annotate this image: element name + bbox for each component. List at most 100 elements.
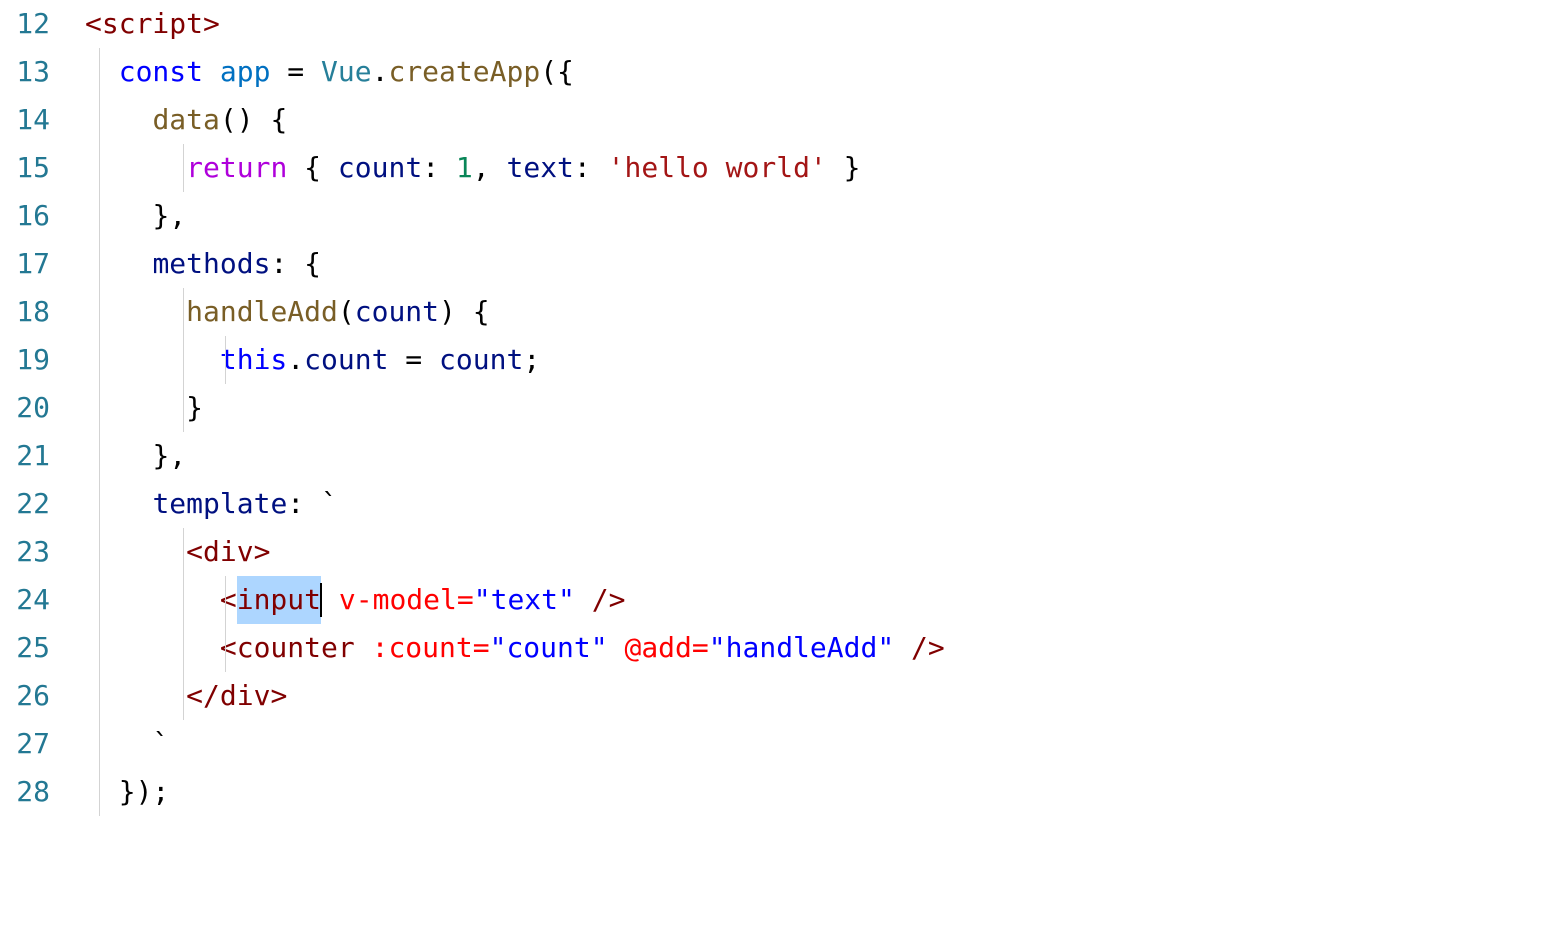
line-number[interactable]: 17 — [0, 240, 50, 288]
html-bracket: > — [270, 672, 287, 720]
html-bracket: > — [254, 528, 271, 576]
indent-guide — [99, 480, 100, 528]
indent — [85, 672, 186, 720]
punct: ) { — [439, 288, 490, 336]
indent-guide — [183, 384, 184, 432]
html-attr-value: "text" — [474, 576, 575, 624]
indent-guide — [225, 336, 226, 384]
code-line[interactable]: return { count: 1, text: 'hello world' } — [85, 144, 1561, 192]
code-line[interactable]: data() { — [85, 96, 1561, 144]
code-line[interactable]: <counter :count="count" @add="handleAdd"… — [85, 624, 1561, 672]
html-attr-value: "count" — [490, 624, 608, 672]
html-tag: div — [203, 528, 254, 576]
line-number[interactable]: 28 — [0, 768, 50, 816]
indent-guide — [183, 528, 184, 576]
line-number[interactable]: 19 — [0, 336, 50, 384]
code-editor[interactable]: <script> const app = Vue.createApp({ dat… — [70, 0, 1561, 816]
html-bracket: </ — [186, 672, 220, 720]
line-number[interactable]: 26 — [0, 672, 50, 720]
html-bracket: < — [220, 576, 237, 624]
number-literal: 1 — [456, 144, 473, 192]
code-line[interactable]: handleAdd(count) { — [85, 288, 1561, 336]
indent-guide — [183, 624, 184, 672]
indent-guide — [99, 192, 100, 240]
html-bracket: < — [85, 0, 102, 48]
line-number[interactable]: 12 — [0, 0, 50, 48]
indent — [85, 768, 119, 816]
property: template — [152, 480, 287, 528]
code-line[interactable]: }); — [85, 768, 1561, 816]
line-number[interactable]: 25 — [0, 624, 50, 672]
html-tag: script — [102, 0, 203, 48]
indent — [85, 192, 152, 240]
indent-guide — [99, 672, 100, 720]
indent — [85, 48, 119, 96]
punct: { — [287, 144, 338, 192]
indent-guide — [99, 240, 100, 288]
parameter: count — [355, 288, 439, 336]
indent-guide — [225, 624, 226, 672]
property: count — [338, 144, 422, 192]
indent — [85, 384, 186, 432]
line-number[interactable]: 27 — [0, 720, 50, 768]
punct: : { — [270, 240, 321, 288]
code-line[interactable]: <input v-model="text" /> — [85, 576, 1561, 624]
variable: count — [439, 336, 523, 384]
indent-guide — [225, 576, 226, 624]
template-literal: ` — [152, 720, 169, 768]
line-number[interactable]: 16 — [0, 192, 50, 240]
indent-guide — [99, 624, 100, 672]
code-line[interactable]: }, — [85, 192, 1561, 240]
indent — [85, 336, 220, 384]
code-line[interactable]: }, — [85, 432, 1561, 480]
line-number[interactable]: 13 — [0, 48, 50, 96]
code-line[interactable]: </div> — [85, 672, 1561, 720]
html-bracket: /> — [894, 624, 945, 672]
punct: ({ — [540, 48, 574, 96]
line-number[interactable]: 15 — [0, 144, 50, 192]
method-name: handleAdd — [186, 288, 338, 336]
code-line[interactable]: } — [85, 384, 1561, 432]
line-number[interactable]: 21 — [0, 432, 50, 480]
html-tag: counter — [237, 624, 355, 672]
template-literal: ` — [321, 480, 338, 528]
code-line[interactable]: <div> — [85, 528, 1561, 576]
code-line[interactable]: this.count = count; — [85, 336, 1561, 384]
indent — [85, 240, 152, 288]
code-line[interactable]: const app = Vue.createApp({ — [85, 48, 1561, 96]
code-line[interactable]: ` — [85, 720, 1561, 768]
indent — [85, 288, 186, 336]
class-name: Vue — [321, 48, 372, 96]
punct: }); — [119, 768, 170, 816]
indent-guide — [99, 432, 100, 480]
line-number[interactable]: 18 — [0, 288, 50, 336]
line-number[interactable]: 24 — [0, 576, 50, 624]
indent-guide — [99, 576, 100, 624]
html-attribute: v-model= — [322, 576, 474, 624]
keyword: return — [186, 144, 287, 192]
line-number[interactable]: 23 — [0, 528, 50, 576]
indent-guide — [99, 96, 100, 144]
html-bracket: /> — [575, 576, 626, 624]
punct: . — [372, 48, 389, 96]
line-number[interactable]: 20 — [0, 384, 50, 432]
code-line[interactable]: <script> — [85, 0, 1561, 48]
indent — [85, 96, 152, 144]
indent-guide — [183, 288, 184, 336]
line-number[interactable]: 22 — [0, 480, 50, 528]
indent-guide — [99, 144, 100, 192]
punct: : — [422, 144, 456, 192]
code-line[interactable]: methods: { — [85, 240, 1561, 288]
html-bracket: > — [203, 0, 220, 48]
indent-guide — [99, 288, 100, 336]
method-name: data — [152, 96, 219, 144]
operator: = — [270, 48, 321, 96]
code-line[interactable]: template: ` — [85, 480, 1561, 528]
punct: ; — [523, 336, 540, 384]
indent — [85, 432, 152, 480]
line-number[interactable]: 14 — [0, 96, 50, 144]
html-attr-value: "handleAdd" — [709, 624, 894, 672]
line-number-gutter: 12 13 14 15 16 17 18 19 20 21 22 23 24 2… — [0, 0, 70, 816]
indent — [85, 576, 220, 624]
html-attribute: @add= — [608, 624, 709, 672]
